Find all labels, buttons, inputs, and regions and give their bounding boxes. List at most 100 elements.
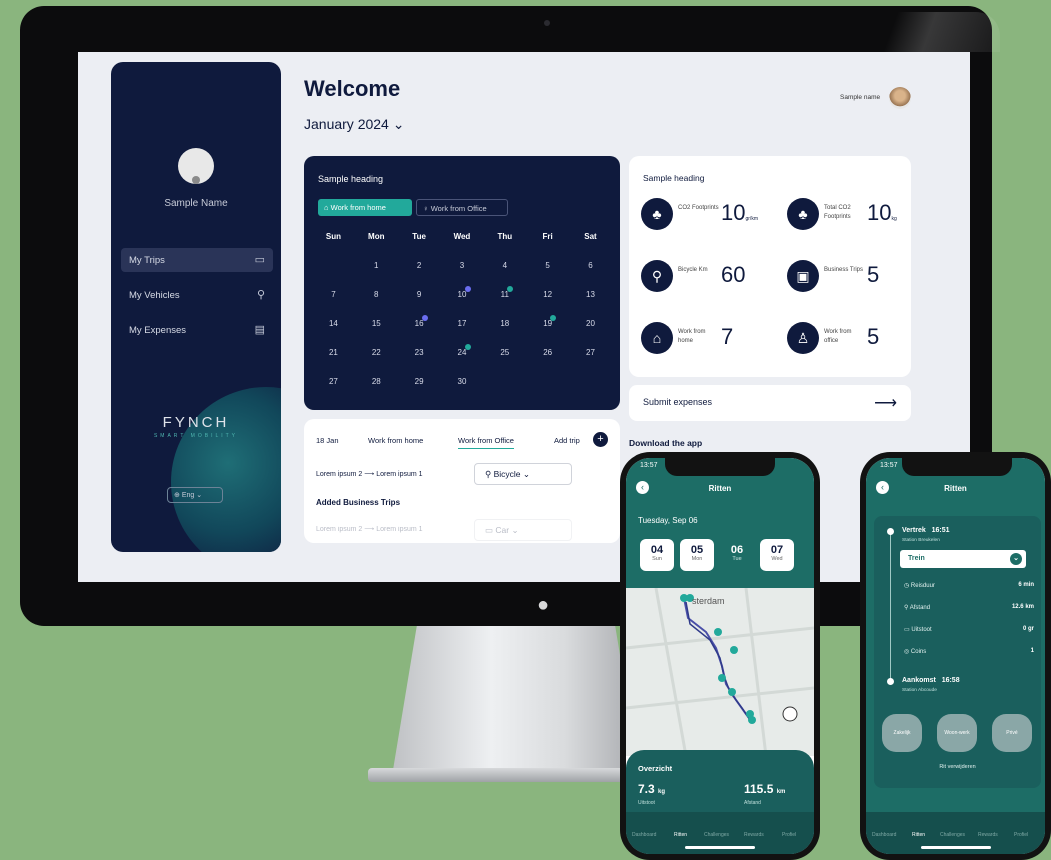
calendar-day[interactable]: 8 bbox=[355, 289, 398, 318]
vehicle-select[interactable]: ⚲ Bicycle ⌄ bbox=[474, 463, 572, 485]
weekday-row: Sun Mon Tue Wed Thu Fri Sat bbox=[312, 231, 612, 260]
tab-work-from-home[interactable]: Work from home bbox=[368, 436, 423, 445]
timeline-line bbox=[890, 534, 891, 684]
co2-unit: kg bbox=[658, 789, 666, 795]
calendar-day-with-event[interactable]: 16 bbox=[398, 315, 441, 347]
calendar-day[interactable]: 27 bbox=[569, 347, 612, 376]
tab-challenges[interactable]: Challenges bbox=[940, 832, 965, 838]
calendar-day[interactable]: 5 bbox=[526, 260, 569, 289]
sidebar-item-my-vehicles[interactable]: My Vehicles ⚲ bbox=[121, 283, 273, 307]
ride-row-label: Reisduur bbox=[910, 583, 935, 589]
calendar-day[interactable]: 15 bbox=[355, 318, 398, 347]
tab-profiel[interactable]: Profiel bbox=[782, 832, 796, 838]
delete-ride-button[interactable]: Rit verwijderen bbox=[874, 764, 1041, 770]
stat-value: 5 bbox=[867, 262, 880, 287]
ride-row-emission: ▭ Uitstoot 0 gr bbox=[904, 626, 1034, 633]
day-chip[interactable]: 05 Mon bbox=[680, 539, 714, 571]
purpose-private-button[interactable]: Privé bbox=[992, 714, 1032, 752]
chip-work-from-home[interactable]: ⌂ Work from home bbox=[318, 199, 412, 216]
globe-icon: ⊕ bbox=[174, 492, 182, 499]
stat-work-from-home: ⌂ Work from home 7 bbox=[641, 320, 777, 360]
day-number: 24 bbox=[457, 348, 467, 357]
arrow-right-icon: ⟶ bbox=[364, 471, 377, 478]
tab-dashboard[interactable]: Dashboard bbox=[872, 832, 896, 838]
calendar-day-with-event[interactable]: 11 bbox=[483, 286, 526, 318]
ride-row-value: 0 gr bbox=[1022, 626, 1034, 632]
calendar-day[interactable]: 12 bbox=[526, 289, 569, 318]
calendar-day[interactable]: 28 bbox=[355, 376, 398, 405]
calendar-day[interactable]: 25 bbox=[483, 347, 526, 376]
calendar-day-with-event[interactable]: 24 bbox=[441, 344, 484, 376]
weekday-label: Mon bbox=[368, 232, 385, 241]
date-strip: Tuesday, Sep 06 04 Sun 05 Mon 06 Tue 07 Wed bbox=[626, 508, 814, 588]
calendar-day[interactable]: 30 bbox=[441, 376, 484, 405]
tab-challenges[interactable]: Challenges bbox=[704, 832, 729, 838]
calendar-day[interactable]: 22 bbox=[355, 347, 398, 376]
stat-label: Bicycle Km bbox=[678, 267, 708, 273]
purpose-business-button[interactable]: Zakelijk bbox=[882, 714, 922, 752]
tab-rewards[interactable]: Rewards bbox=[744, 832, 764, 838]
transport-mode-select[interactable]: Trein ⌄ bbox=[900, 550, 1026, 568]
tab-dashboard[interactable]: Dashboard bbox=[632, 832, 656, 838]
month-selector[interactable]: January 2024 ⌄ bbox=[304, 116, 404, 133]
day-chip-selected[interactable]: 06 Tue bbox=[720, 539, 754, 571]
day-number: 05 bbox=[690, 544, 704, 556]
calendar-day[interactable] bbox=[483, 376, 526, 405]
co2-label: Uitstoot bbox=[638, 800, 655, 806]
sidebar-user-name: Sample Name bbox=[164, 198, 228, 209]
calendar-day[interactable]: 18 bbox=[483, 318, 526, 347]
calendar-day[interactable]: 3 bbox=[441, 260, 484, 289]
calendar-day[interactable]: 20 bbox=[569, 318, 612, 347]
calendar-day[interactable]: 4 bbox=[483, 260, 526, 289]
avatar[interactable] bbox=[889, 87, 911, 109]
calendar-day-with-event[interactable]: 10 bbox=[441, 286, 484, 318]
bicycle-icon: ⚲ bbox=[485, 469, 494, 479]
coin-icon: ◎ bbox=[904, 649, 911, 655]
tab-rewards[interactable]: Rewards bbox=[978, 832, 998, 838]
submit-expenses-label: Submit expenses bbox=[643, 397, 713, 407]
day-chip[interactable]: 04 Sun bbox=[640, 539, 674, 571]
purpose-commute-button[interactable]: Woon-werk bbox=[937, 714, 977, 752]
sidebar-item-my-expenses[interactable]: My Expenses ▤ bbox=[121, 318, 273, 342]
day-number: 10 bbox=[457, 290, 467, 299]
vehicle-select[interactable]: ▭ Car ⌄ bbox=[474, 519, 572, 541]
ride-row-label: Coins bbox=[910, 649, 927, 655]
calendar-day[interactable] bbox=[526, 376, 569, 405]
add-trip-button[interactable]: + bbox=[593, 432, 608, 447]
add-trip-label: Add trip bbox=[554, 436, 580, 445]
day-chip[interactable]: 07 Wed bbox=[760, 539, 794, 571]
submit-expenses-button[interactable]: Submit expenses ⟶ bbox=[629, 385, 911, 421]
stat-value-wrap: 10kg bbox=[867, 200, 897, 226]
calendar-day[interactable]: 26 bbox=[526, 347, 569, 376]
sidebar-item-my-trips[interactable]: My Trips ▭ bbox=[121, 248, 273, 272]
calendar-day[interactable]: 23 bbox=[398, 347, 441, 376]
calendar-day[interactable] bbox=[569, 376, 612, 405]
calendar-day[interactable]: 9 bbox=[398, 289, 441, 318]
route-map[interactable]: sterdam bbox=[626, 587, 814, 757]
map-city-label: sterdam bbox=[692, 596, 725, 606]
apple-logo-icon: ● bbox=[537, 594, 550, 616]
tab-work-from-office[interactable]: Work from Office bbox=[458, 436, 514, 449]
tab-profiel[interactable]: Profiel bbox=[1014, 832, 1028, 838]
calendar-day[interactable]: 21 bbox=[312, 347, 355, 376]
calendar-day[interactable]: 14 bbox=[312, 318, 355, 347]
calendar-day[interactable]: 13 bbox=[569, 289, 612, 318]
avatar[interactable] bbox=[178, 148, 214, 184]
calendar-day[interactable]: 27 bbox=[312, 376, 355, 405]
language-selector[interactable]: ⊕ Eng ⌄ bbox=[167, 487, 223, 503]
stats-card: Sample heading ♣ CO2 Footprints 10gr/km … bbox=[629, 156, 911, 377]
sidebar-item-label: My Expenses bbox=[129, 325, 187, 336]
calendar-day[interactable]: 29 bbox=[398, 376, 441, 405]
calendar-day[interactable]: 6 bbox=[569, 260, 612, 289]
calendar-day[interactable] bbox=[312, 260, 355, 289]
departure-station: Station Breukelen bbox=[902, 538, 940, 543]
tab-ritten[interactable]: Ritten bbox=[674, 832, 687, 838]
bottom-tab-bar: Dashboard Ritten Challenges Rewards Prof… bbox=[866, 812, 1045, 854]
calendar-day[interactable]: 17 bbox=[441, 318, 484, 347]
calendar-day[interactable]: 7 bbox=[312, 289, 355, 318]
chip-work-from-office[interactable]: ♀ Work from Office bbox=[416, 199, 508, 216]
tab-ritten[interactable]: Ritten bbox=[912, 832, 925, 838]
calendar-day[interactable]: 2 bbox=[398, 260, 441, 289]
calendar-day-with-event[interactable]: 19 bbox=[526, 315, 569, 347]
calendar-day[interactable]: 1 bbox=[355, 260, 398, 289]
